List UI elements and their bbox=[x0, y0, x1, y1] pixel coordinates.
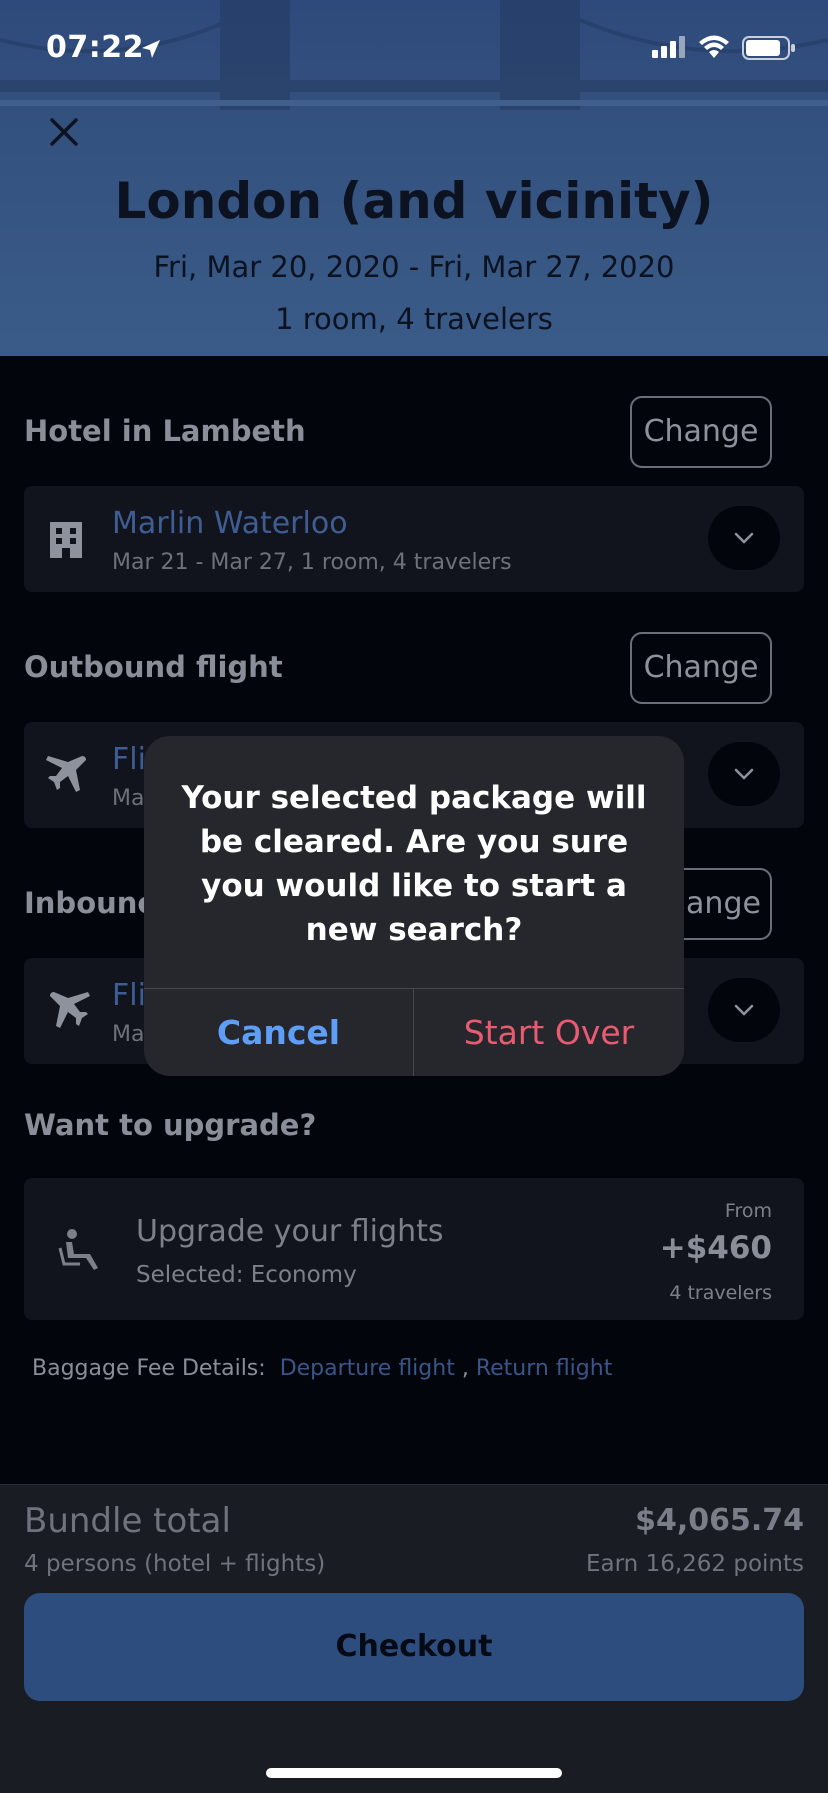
expand-hotel-button[interactable] bbox=[708, 506, 780, 570]
baggage-fee-details: Baggage Fee Details: Departure flight , … bbox=[32, 1356, 612, 1381]
outbound-flight-details: Ma bbox=[112, 786, 145, 811]
checkout-button[interactable]: Checkout bbox=[24, 1593, 804, 1701]
trip-dates: Fri, Mar 20, 2020 - Fri, Mar 27, 2020 bbox=[153, 250, 675, 284]
start-over-alert: Your selected package will be cleared. A… bbox=[144, 736, 684, 1076]
hotel-name[interactable]: Marlin Waterloo bbox=[112, 506, 348, 541]
destination-header: 07:22 London (and vicinity) Fri, Mar 20,… bbox=[0, 0, 828, 356]
seat-icon bbox=[58, 1229, 98, 1270]
airplane-icon bbox=[50, 992, 90, 1028]
bundle-persons: 4 persons (hotel + flights) bbox=[24, 1551, 326, 1577]
status-time: 07:22 bbox=[46, 30, 144, 65]
upgrade-flights-card[interactable]: Upgrade your flights Selected: Economy F… bbox=[24, 1178, 804, 1320]
bundle-total-price: $4,065.74 bbox=[635, 1503, 804, 1538]
status-bar: 07:22 bbox=[0, 0, 828, 100]
hotel-section-title: Hotel in Lambeth bbox=[24, 414, 306, 448]
airplane-icon bbox=[46, 756, 86, 792]
baggage-label: Baggage Fee Details: bbox=[32, 1356, 266, 1381]
rooms-travelers: 1 room, 4 travelers bbox=[275, 302, 553, 336]
chevron-down-icon bbox=[734, 1004, 754, 1016]
change-outbound-button[interactable]: Change bbox=[630, 632, 772, 704]
expand-inbound-button[interactable] bbox=[708, 978, 780, 1042]
bundle-footer: Bundle total 4 persons (hotel + flights)… bbox=[0, 1484, 828, 1793]
inbound-flight-name[interactable]: Fli bbox=[112, 978, 146, 1013]
inbound-section-title: Inbounc bbox=[24, 886, 155, 920]
start-over-button[interactable]: Start Over bbox=[414, 989, 684, 1076]
destination-title: London (and vicinity) bbox=[114, 172, 714, 230]
cancel-button[interactable]: Cancel bbox=[144, 989, 413, 1076]
chevron-down-icon bbox=[734, 532, 754, 544]
change-hotel-button[interactable]: Change bbox=[630, 396, 772, 468]
hotel-details: Mar 21 - Mar 27, 1 room, 4 travelers bbox=[112, 550, 512, 575]
bundle-points: Earn 16,262 points bbox=[586, 1551, 804, 1577]
inbound-flight-details: Ma bbox=[112, 1022, 145, 1047]
departure-flight-link[interactable]: Departure flight bbox=[280, 1356, 455, 1381]
home-indicator[interactable] bbox=[266, 1768, 562, 1778]
upgrade-section-title: Want to upgrade? bbox=[24, 1108, 317, 1142]
location-arrow-icon bbox=[142, 40, 160, 58]
outbound-flight-name[interactable]: Fli bbox=[112, 742, 146, 777]
expand-outbound-button[interactable] bbox=[708, 742, 780, 806]
upgrade-selected-class: Selected: Economy bbox=[136, 1262, 357, 1288]
hotel-card[interactable]: Marlin Waterloo Mar 21 - Mar 27, 1 room,… bbox=[24, 486, 804, 592]
close-icon[interactable] bbox=[44, 112, 84, 152]
upgrade-from-label: From bbox=[724, 1200, 772, 1222]
upgrade-title: Upgrade your flights bbox=[136, 1214, 444, 1249]
wifi-icon bbox=[699, 35, 729, 58]
battery-icon bbox=[742, 36, 795, 60]
upgrade-price: +$460 bbox=[659, 1230, 772, 1266]
cellular-signal-icon bbox=[652, 36, 685, 58]
outbound-section-title: Outbound flight bbox=[24, 650, 283, 684]
baggage-separator: , bbox=[461, 1356, 469, 1381]
alert-message: Your selected package will be cleared. A… bbox=[181, 780, 647, 948]
bundle-total-label: Bundle total bbox=[24, 1501, 231, 1541]
building-icon bbox=[50, 522, 82, 558]
return-flight-link[interactable]: Return flight bbox=[476, 1356, 613, 1381]
upgrade-travelers: 4 travelers bbox=[669, 1282, 772, 1304]
chevron-down-icon bbox=[734, 768, 754, 780]
